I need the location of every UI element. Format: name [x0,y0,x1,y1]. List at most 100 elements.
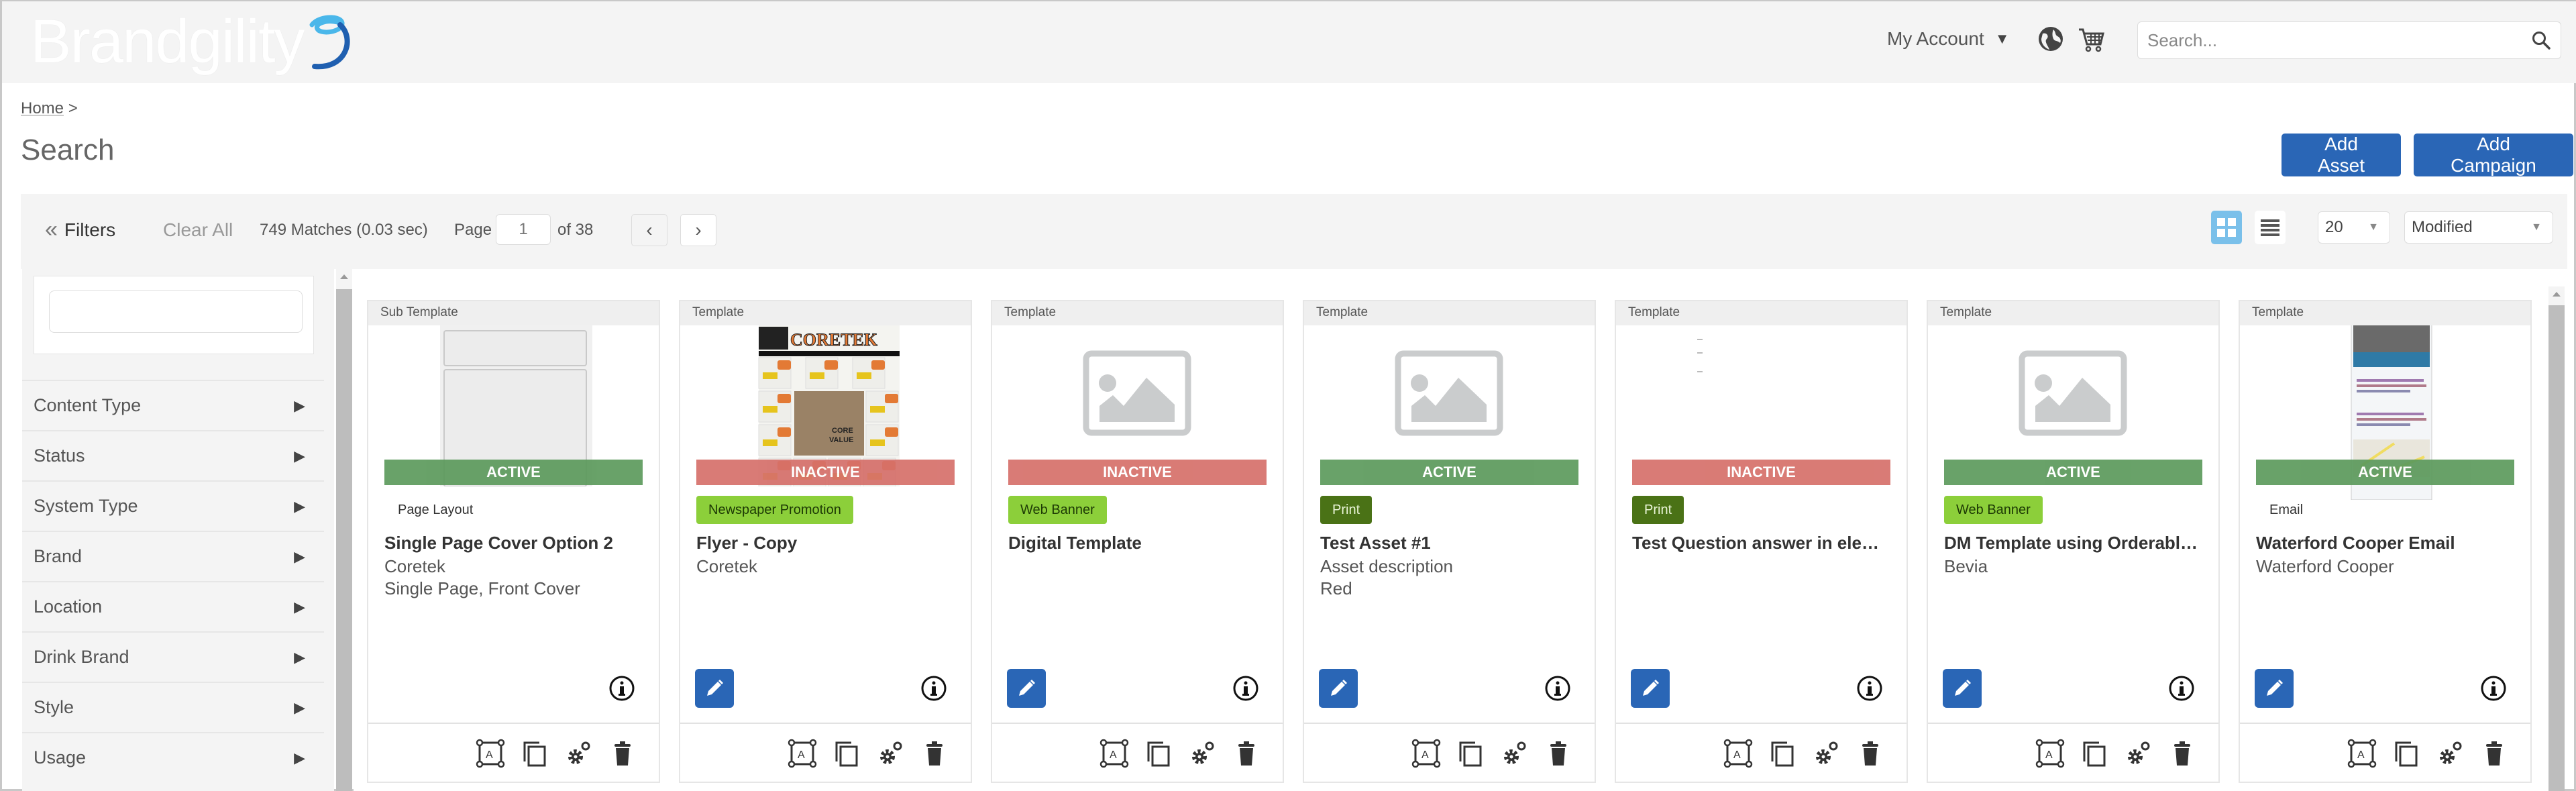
filter-item-brand[interactable]: Brand ▶ [22,531,324,581]
filter-item-system-type[interactable]: System Type ▶ [22,480,324,531]
settings-gears-icon[interactable] [2124,739,2153,768]
trash-icon[interactable] [608,739,637,768]
add-asset-button[interactable]: Add Asset [2282,134,2401,176]
list-icon [2261,219,2279,236]
settings-gears-icon[interactable] [1188,739,1218,768]
info-icon[interactable] [1544,675,1571,702]
settings-gears-icon[interactable] [564,739,594,768]
edit-button[interactable] [1319,669,1358,708]
trash-icon[interactable] [1232,739,1261,768]
settings-gears-icon[interactable] [1500,739,1529,768]
results-per-page-select[interactable]: 20 ▼ [2318,211,2390,244]
global-search-input[interactable] [2147,30,2531,51]
text-frame-icon[interactable]: A [788,739,817,768]
copy-icon[interactable] [2391,739,2420,768]
filters-toggle-button[interactable]: « Filters [45,217,115,243]
double-chevron-left-icon: « [45,217,58,242]
asset-card[interactable]: Template CORETEK CORE VALUE INACTIVE New… [679,300,972,783]
copy-icon[interactable] [831,739,861,768]
filter-search-input[interactable] [49,291,303,333]
trash-icon[interactable] [1856,739,1885,768]
card-title[interactable]: Test Question answer in eleme... [1632,533,1894,553]
trash-icon[interactable] [2167,739,2197,768]
text-frame-icon[interactable]: A [1099,739,1129,768]
copy-icon[interactable] [519,739,549,768]
edit-button[interactable] [2255,669,2294,708]
edit-button[interactable] [1631,669,1670,708]
filters-panel: Content Type ▶ Status ▶ System Type ▶ Brand… [22,269,334,791]
results-scrollbar[interactable] [2548,286,2565,791]
add-campaign-button[interactable]: Add Campaign [2414,134,2573,176]
trash-icon[interactable] [1544,739,1573,768]
copy-icon[interactable] [1455,739,1485,768]
breadcrumb-home-link[interactable]: Home [21,99,64,117]
asset-card[interactable]: Template ACTIVE Web Banner DM Template u… [1927,300,2220,783]
filters-scrollbar[interactable] [336,269,352,791]
flyer-brand-text: CORETEK [790,330,878,350]
text-frame-icon[interactable]: A [2347,739,2377,768]
card-actions: A [1616,723,1907,782]
grid-view-button[interactable] [2211,211,2242,244]
page-number-input[interactable] [496,214,551,245]
text-frame-icon[interactable]: A [1723,739,1753,768]
card-title[interactable]: DM Template using Orderable I... [1944,533,2206,553]
edit-button[interactable] [1943,669,1982,708]
filter-item-location[interactable]: Location ▶ [22,581,324,631]
asset-card[interactable]: Template ACTIVE Email Waterford Cooper E… [2239,300,2532,783]
card-title[interactable]: Single Page Cover Option 2 [384,533,646,553]
filter-item-usage[interactable]: Usage ▶ [22,732,324,782]
asset-card[interactable]: Sub Template ACTIVE Page Layout Single P… [367,300,660,783]
text-frame-icon[interactable]: A [476,739,505,768]
matches-count: 749 Matches (0.03 sec) [260,221,428,239]
previous-page-button[interactable]: ‹ [631,214,667,246]
grid-icon [2217,218,2236,237]
copy-icon[interactable] [1767,739,1796,768]
filter-item-style[interactable]: Style ▶ [22,682,324,732]
asset-card[interactable]: Template INACTIVE Web Banner Digital Tem… [991,300,1284,783]
shopping-cart-icon[interactable] [2078,25,2106,54]
scrollbar-thumb[interactable] [336,289,352,791]
card-asset-type: Template [992,301,1283,325]
edit-button[interactable] [1007,669,1046,708]
next-page-button[interactable]: › [680,214,716,246]
asset-card[interactable]: Template ACTIVE Print Test Asset #1 Asse… [1303,300,1596,783]
filter-item-content-type[interactable]: Content Type ▶ [22,380,324,430]
copy-icon[interactable] [1143,739,1173,768]
globe-icon[interactable] [2037,25,2064,52]
my-account-menu[interactable]: My Account ▼ [1887,28,2010,50]
list-view-button[interactable] [2255,211,2286,244]
settings-gears-icon[interactable] [1812,739,1841,768]
settings-gears-icon[interactable] [2436,739,2465,768]
info-icon[interactable] [920,675,947,702]
settings-gears-icon[interactable] [876,739,906,768]
text-frame-icon[interactable]: A [2035,739,2065,768]
clear-all-link[interactable]: Clear All [163,219,233,241]
filter-item-status[interactable]: Status ▶ [22,430,324,480]
info-icon[interactable] [2480,675,2507,702]
card-actions: A [992,723,1283,782]
page-label: Page [454,221,492,239]
card-title[interactable]: Flyer - Copy [696,533,958,553]
card-title[interactable]: Waterford Cooper Email [2256,533,2518,553]
trash-icon[interactable] [2479,739,2509,768]
scrollbar-thumb[interactable] [2548,305,2565,791]
card-actions: A [1304,723,1595,782]
text-frame-icon[interactable]: A [1411,739,1441,768]
filter-item-drink-brand[interactable]: Drink Brand ▶ [22,631,324,682]
card-title[interactable]: Digital Template [1008,533,1270,553]
info-icon[interactable] [1856,675,1883,702]
asset-card[interactable]: Template INACTIVE Print Test Question an… [1615,300,1908,783]
copy-icon[interactable] [2079,739,2108,768]
svg-text:A: A [486,749,493,761]
info-icon[interactable] [2168,675,2195,702]
info-icon[interactable] [608,675,635,702]
trash-icon[interactable] [920,739,949,768]
sort-by-select[interactable]: Modified ▼ [2404,211,2553,244]
brandgility-logo[interactable]: Brandgility [30,7,354,76]
card-title[interactable]: Test Asset #1 [1320,533,1582,553]
scroll-up-arrow-icon[interactable] [2553,292,2561,297]
edit-button[interactable] [695,669,734,708]
scroll-up-arrow-icon[interactable] [340,274,348,279]
info-icon[interactable] [1232,675,1259,702]
search-icon[interactable] [2531,30,2551,50]
